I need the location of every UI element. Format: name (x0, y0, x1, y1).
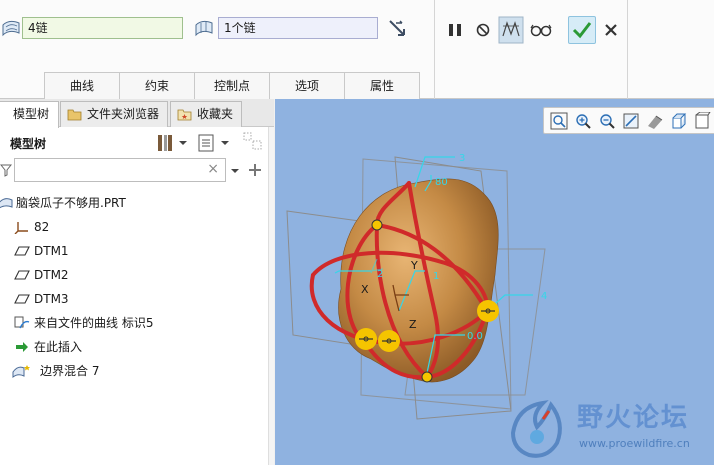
chain-label-4: 4 (541, 291, 547, 302)
tab-folder-browser-label: 文件夹浏览器 (87, 107, 160, 121)
curve-from-file-icon (14, 316, 30, 329)
chevron-down-icon[interactable] (178, 139, 188, 147)
tab-control-points[interactable]: 控制点 (194, 72, 270, 99)
search-row: × (0, 158, 274, 184)
tab-options[interactable]: 选项 (269, 72, 345, 99)
zoom-out-icon[interactable] (598, 112, 616, 130)
tab-folder-browser[interactable]: 文件夹浏览器 (60, 101, 168, 127)
ribbon-separator (434, 0, 435, 99)
add-filter-plus-icon[interactable] (248, 163, 262, 177)
watermark-title: 野火论坛 (577, 403, 690, 433)
chain-endpoint-handle[interactable] (421, 371, 433, 383)
chain-label-2: 2 (377, 269, 383, 280)
tab-favorites[interactable]: 收藏夹 (170, 101, 242, 127)
tree-filters-icon[interactable] (242, 131, 264, 153)
model-tree: 脑袋瓜子不够用.PRT 82 DTM1 DTM2 DTM3 来自文件的曲线 标识… (0, 191, 268, 383)
saved-orientations-icon[interactable] (670, 112, 688, 130)
tree-item-label: 在此插入 (34, 340, 83, 354)
tangent-handle[interactable] (477, 300, 499, 322)
checkmark-icon (572, 22, 592, 39)
cancel-close-icon[interactable] (600, 18, 622, 42)
coordinate-system-icon (14, 222, 28, 234)
part-icon (0, 198, 13, 209)
chain-endpoint-handle[interactable] (371, 219, 383, 231)
tab-model-tree[interactable]: 模型树 (0, 101, 59, 128)
display-style-icon[interactable] (646, 112, 664, 130)
tree-item-curve-from-file[interactable]: 来自文件的曲线 标识5 (0, 311, 268, 335)
axis-z-label: Z (409, 318, 417, 331)
tree-item-dtm3[interactable]: DTM3 (0, 287, 268, 311)
value-label-0: 0.0 (467, 331, 483, 342)
repaint-icon[interactable] (622, 112, 640, 130)
refit-zoom-icon[interactable] (550, 112, 568, 130)
tangent-handle[interactable] (378, 330, 400, 352)
zoom-in-icon[interactable] (574, 112, 592, 130)
pause-icon[interactable] (444, 18, 466, 42)
tab-constraints[interactable]: 约束 (119, 72, 195, 99)
first-direction-chain-collector[interactable]: 4链 (22, 17, 183, 39)
clear-search-icon[interactable]: × (207, 161, 219, 177)
flame-logo-icon (510, 400, 562, 458)
first-direction-surface-icon[interactable] (1, 17, 21, 39)
tab-properties[interactable]: 属性 (344, 72, 420, 99)
chevron-down-icon[interactable] (230, 167, 240, 175)
panel-resize-strip[interactable] (268, 127, 274, 465)
datum-plane-icon (14, 246, 30, 256)
boundary-blend-icon (12, 365, 30, 378)
value-label-80: 80 (435, 177, 448, 188)
second-direction-chain-collector[interactable]: 1个链 (218, 17, 378, 39)
graphics-viewport[interactable]: 3 80 2 1 4 0.0 X Y Z 野火论坛 www.proewildfi… (275, 99, 714, 465)
datum-plane-icon (14, 294, 30, 304)
tree-item-label: DTM1 (34, 244, 69, 258)
insert-here-arrow-icon (16, 342, 28, 352)
tangent-handle[interactable] (355, 328, 377, 350)
feature-dashboard: 4链 1个链 曲线 约束 控制点 选项 属性 (0, 0, 714, 99)
graphics-toolbar (543, 107, 714, 134)
tree-item-label: 脑袋瓜子不够用.PRT (16, 196, 126, 210)
axis-x-label: X (361, 283, 369, 296)
tree-item-label: DTM3 (34, 292, 69, 306)
chain-label-3: 3 (459, 153, 465, 164)
tree-item-insert-here[interactable]: 在此插入 (0, 335, 268, 359)
tree-item-csys[interactable]: 82 (0, 215, 268, 239)
tree-item-boundary-blend[interactable]: 边界混合 7 (0, 359, 268, 383)
geometry-preview-icon[interactable] (498, 16, 524, 44)
search-input[interactable]: × (14, 158, 226, 182)
tree-item-label: DTM2 (34, 268, 69, 282)
tree-item-label: 边界混合 7 (40, 364, 100, 378)
favorites-folder-icon (177, 109, 192, 121)
chevron-down-icon[interactable] (220, 139, 230, 147)
tree-item-label: 82 (34, 220, 50, 234)
navigator-panel: 模型树 文件夹浏览器 收藏夹 模型树 × 脑袋瓜子不够用.PRT 82 DTM1… (0, 99, 274, 465)
chain-label-1: 1 (433, 271, 439, 282)
folder-icon (67, 109, 82, 121)
model-tree-title: 模型树 (10, 137, 47, 151)
forum-watermark: 野火论坛 www.proewildfire.cn (503, 391, 714, 465)
tree-item-dtm1[interactable]: DTM1 (0, 239, 268, 263)
tree-item-label: 来自文件的曲线 标识5 (34, 316, 154, 330)
navigator-tabs: 模型树 文件夹浏览器 收藏夹 (0, 99, 274, 128)
watermark-url: www.proewildfire.cn (579, 437, 690, 450)
second-direction-surface-icon[interactable] (194, 17, 214, 39)
ribbon-separator (627, 0, 628, 99)
datum-plane-icon (14, 270, 30, 280)
tab-curves[interactable]: 曲线 (44, 72, 120, 99)
verify-preview-glasses-icon[interactable] (528, 18, 554, 42)
ok-button[interactable] (568, 16, 596, 44)
show-list-icon[interactable] (198, 133, 214, 153)
dashboard-tabs: 曲线 约束 控制点 选项 属性 (44, 72, 420, 99)
tree-item-part[interactable]: 脑袋瓜子不够用.PRT (0, 191, 268, 215)
settings-tools-icon[interactable] (156, 133, 174, 153)
tab-favorites-label: 收藏夹 (197, 107, 234, 121)
model-tree-header: 模型树 (0, 127, 274, 157)
filter-funnel-icon[interactable] (0, 163, 12, 177)
no-preview-icon[interactable] (472, 18, 494, 42)
tree-item-dtm2[interactable]: DTM2 (0, 263, 268, 287)
swap-direction-icon[interactable] (386, 17, 410, 41)
view-manager-icon[interactable] (694, 112, 712, 130)
tab-model-tree-label: 模型树 (13, 107, 50, 121)
axis-y-label: Y (410, 259, 418, 272)
